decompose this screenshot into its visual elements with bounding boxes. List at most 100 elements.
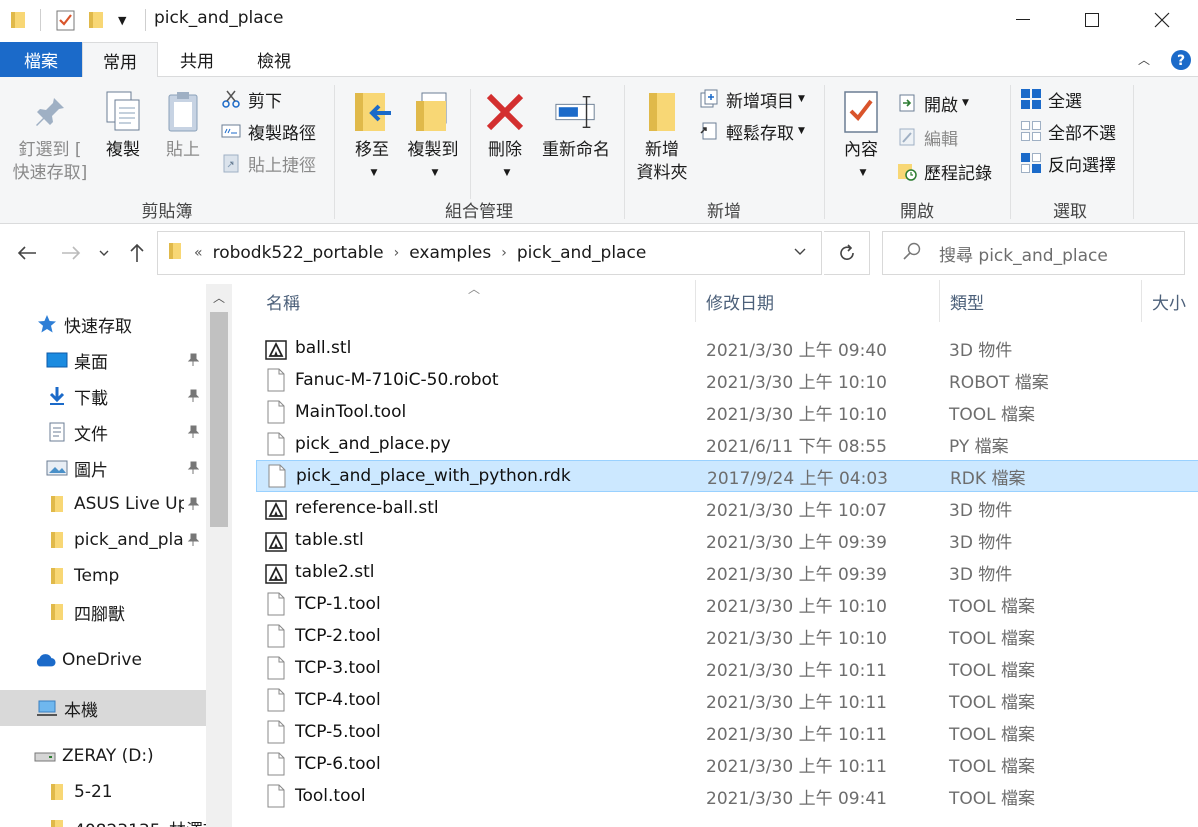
forward-button[interactable] — [56, 238, 86, 268]
file-name[interactable]: TCP-4.tool — [295, 690, 381, 710]
pin-icon[interactable] — [186, 388, 200, 404]
file-row[interactable]: TCP-6.tool 2021/3/30 上午 10:11 TOOL 檔案 — [256, 748, 1198, 780]
pin-icon[interactable] — [186, 532, 200, 548]
properties-icon[interactable] — [56, 9, 76, 31]
open-button[interactable]: 開啟 ▼ — [896, 89, 969, 117]
tab-file[interactable]: 檔案 — [0, 42, 82, 77]
column-header-type[interactable]: 類型 — [940, 280, 1142, 322]
cut-button[interactable]: 剪下 — [220, 85, 282, 113]
pin-icon[interactable] — [186, 460, 200, 476]
file-row[interactable]: pick_and_place_with_python.rdk 2017/9/24 … — [256, 460, 1198, 492]
invert-selection-button[interactable]: 反向選擇 — [1020, 149, 1116, 177]
close-button[interactable] — [1139, 0, 1185, 40]
pin-icon[interactable] — [186, 424, 200, 440]
file-name[interactable]: reference-ball.stl — [295, 498, 439, 518]
nav-item-pictures[interactable]: 圖片 — [0, 450, 206, 486]
file-name[interactable]: Fanuc-M-710iC-50.robot — [295, 370, 499, 390]
nav-item-quick-access[interactable]: 快速存取 — [0, 306, 206, 342]
file-row[interactable]: TCP-2.tool 2021/3/30 上午 10:10 TOOL 檔案 — [256, 620, 1198, 652]
new-item-button[interactable]: 新增項目 ▼ — [698, 85, 805, 113]
maximize-button[interactable] — [1069, 0, 1115, 40]
nav-item-asus-live-update[interactable]: ASUS Live Up — [0, 486, 184, 522]
column-header-date[interactable]: 修改日期 — [696, 280, 940, 322]
file-row[interactable]: ball.stl 2021/3/30 上午 09:40 3D 物件 — [256, 332, 1198, 364]
rename-button[interactable]: 重新命名 — [538, 87, 614, 162]
paste-shortcut-button[interactable]: 貼上捷徑 — [220, 149, 316, 177]
breadcrumb-pick-and-place[interactable]: pick_and_place — [517, 243, 646, 263]
file-name[interactable]: TCP-1.tool — [295, 594, 381, 614]
nav-item-desktop[interactable]: 桌面 — [0, 342, 206, 378]
scrollbar-thumb[interactable] — [210, 312, 228, 527]
nav-item-this-pc[interactable]: 本機 — [0, 690, 206, 726]
copy-path-button[interactable]: 複製路徑 — [220, 117, 316, 145]
file-row[interactable]: reference-ball.stl 2021/3/30 上午 10:07 3D 物… — [256, 492, 1198, 524]
address-overflow[interactable]: « — [194, 245, 203, 261]
new-folder-icon[interactable] — [88, 9, 106, 31]
tab-home[interactable]: 常用 — [82, 42, 158, 78]
file-row[interactable]: Fanuc-M-710iC-50.robot 2021/3/30 上午 10:10… — [256, 364, 1198, 396]
pin-icon[interactable] — [186, 352, 200, 368]
customize-toolbar-icon[interactable]: ▼ — [118, 9, 126, 31]
pin-to-quick-access-button[interactable]: 釘選到 [ 快速存取] — [8, 87, 92, 185]
recent-locations-button[interactable] — [92, 238, 116, 268]
up-button[interactable] — [122, 238, 152, 268]
help-icon[interactable]: ? — [1168, 42, 1194, 77]
nav-item-quad[interactable]: 四腳獸 — [0, 594, 206, 630]
search-box[interactable]: 搜尋 pick_and_place — [882, 231, 1185, 275]
new-folder-button[interactable]: 新增 資料夾 — [634, 87, 690, 185]
pin-icon[interactable] — [186, 496, 200, 512]
file-row[interactable]: TCP-4.tool 2021/3/30 上午 10:11 TOOL 檔案 — [256, 684, 1198, 716]
search-input[interactable]: 搜尋 pick_and_place — [939, 241, 1108, 266]
address-bar[interactable]: « robodk522_portable › examples › pick_a… — [157, 231, 822, 275]
easy-access-button[interactable]: 輕鬆存取 ▼ — [698, 117, 805, 145]
nav-item-40823135[interactable]: 40823135_林澤畝 — [0, 810, 206, 827]
address-dropdown-button[interactable] — [780, 238, 820, 266]
select-none-button[interactable]: 全部不選 — [1020, 117, 1116, 145]
file-name[interactable]: table.stl — [295, 530, 364, 550]
file-row[interactable]: MainTool.tool 2021/3/30 上午 10:10 TOOL 檔案 — [256, 396, 1198, 428]
nav-item-temp[interactable]: Temp — [0, 558, 206, 594]
breadcrumb-robodk522-portable[interactable]: robodk522_portable — [213, 243, 384, 263]
file-name[interactable]: TCP-3.tool — [295, 658, 381, 678]
nav-item-drive-d[interactable]: ZERAY (D:) — [0, 738, 206, 774]
file-name[interactable]: ball.stl — [295, 338, 351, 358]
copy-to-button[interactable]: 複製到 ▼ — [402, 87, 464, 185]
properties-button[interactable]: 內容 ▼ — [836, 87, 886, 185]
back-button[interactable] — [12, 238, 42, 268]
file-name[interactable]: TCP-6.tool — [295, 754, 381, 774]
column-header-name[interactable]: 名稱 — [256, 280, 696, 322]
nav-item-5-21[interactable]: 5-21 — [0, 774, 206, 810]
move-to-button[interactable]: 移至 ▼ — [346, 87, 398, 185]
paste-button[interactable]: 貼上 — [160, 87, 206, 162]
tab-view[interactable]: 檢視 — [236, 42, 312, 77]
file-row[interactable]: TCP-3.tool 2021/3/30 上午 10:11 TOOL 檔案 — [256, 652, 1198, 684]
breadcrumb-examples[interactable]: examples — [409, 243, 491, 263]
tab-share[interactable]: 共用 — [160, 42, 234, 77]
file-name[interactable]: Tool.tool — [295, 786, 366, 806]
nav-scrollbar[interactable]: ︿ — [206, 284, 232, 827]
history-button[interactable]: 歷程記錄 — [896, 157, 992, 185]
file-name[interactable]: MainTool.tool — [295, 402, 406, 422]
chevron-right-icon[interactable]: › — [394, 245, 400, 261]
nav-item-downloads[interactable]: 下載 — [0, 378, 206, 414]
file-name[interactable]: pick_and_place.py — [295, 434, 451, 454]
select-all-button[interactable]: 全選 — [1020, 85, 1082, 113]
file-row[interactable]: table2.stl 2021/3/30 上午 09:39 3D 物件 — [256, 556, 1198, 588]
chevron-right-icon[interactable]: › — [501, 245, 507, 261]
copy-button[interactable]: 複製 — [100, 87, 146, 162]
file-name[interactable]: pick_and_place_with_python.rdk — [296, 466, 571, 486]
file-row[interactable]: TCP-1.tool 2021/3/30 上午 10:10 TOOL 檔案 — [256, 588, 1198, 620]
file-name[interactable]: table2.stl — [295, 562, 375, 582]
file-row[interactable]: pick_and_place.py 2021/6/11 下午 08:55 PY 檔案 — [256, 428, 1198, 460]
file-row[interactable]: Tool.tool 2021/3/30 上午 09:41 TOOL 檔案 — [256, 780, 1198, 812]
chevron-up-icon[interactable]: ︿ — [206, 284, 232, 310]
file-name[interactable]: TCP-5.tool — [295, 722, 381, 742]
file-row[interactable]: TCP-5.tool 2021/3/30 上午 10:11 TOOL 檔案 — [256, 716, 1198, 748]
nav-item-documents[interactable]: 文件 — [0, 414, 206, 450]
file-row[interactable]: table.stl 2021/3/30 上午 09:39 3D 物件 — [256, 524, 1198, 556]
file-name[interactable]: TCP-2.tool — [295, 626, 381, 646]
minimize-button[interactable] — [1000, 0, 1046, 40]
collapse-ribbon-icon[interactable]: ︿ — [1132, 42, 1156, 77]
refresh-button[interactable] — [824, 231, 870, 275]
nav-item-onedrive[interactable]: OneDrive — [0, 642, 206, 678]
